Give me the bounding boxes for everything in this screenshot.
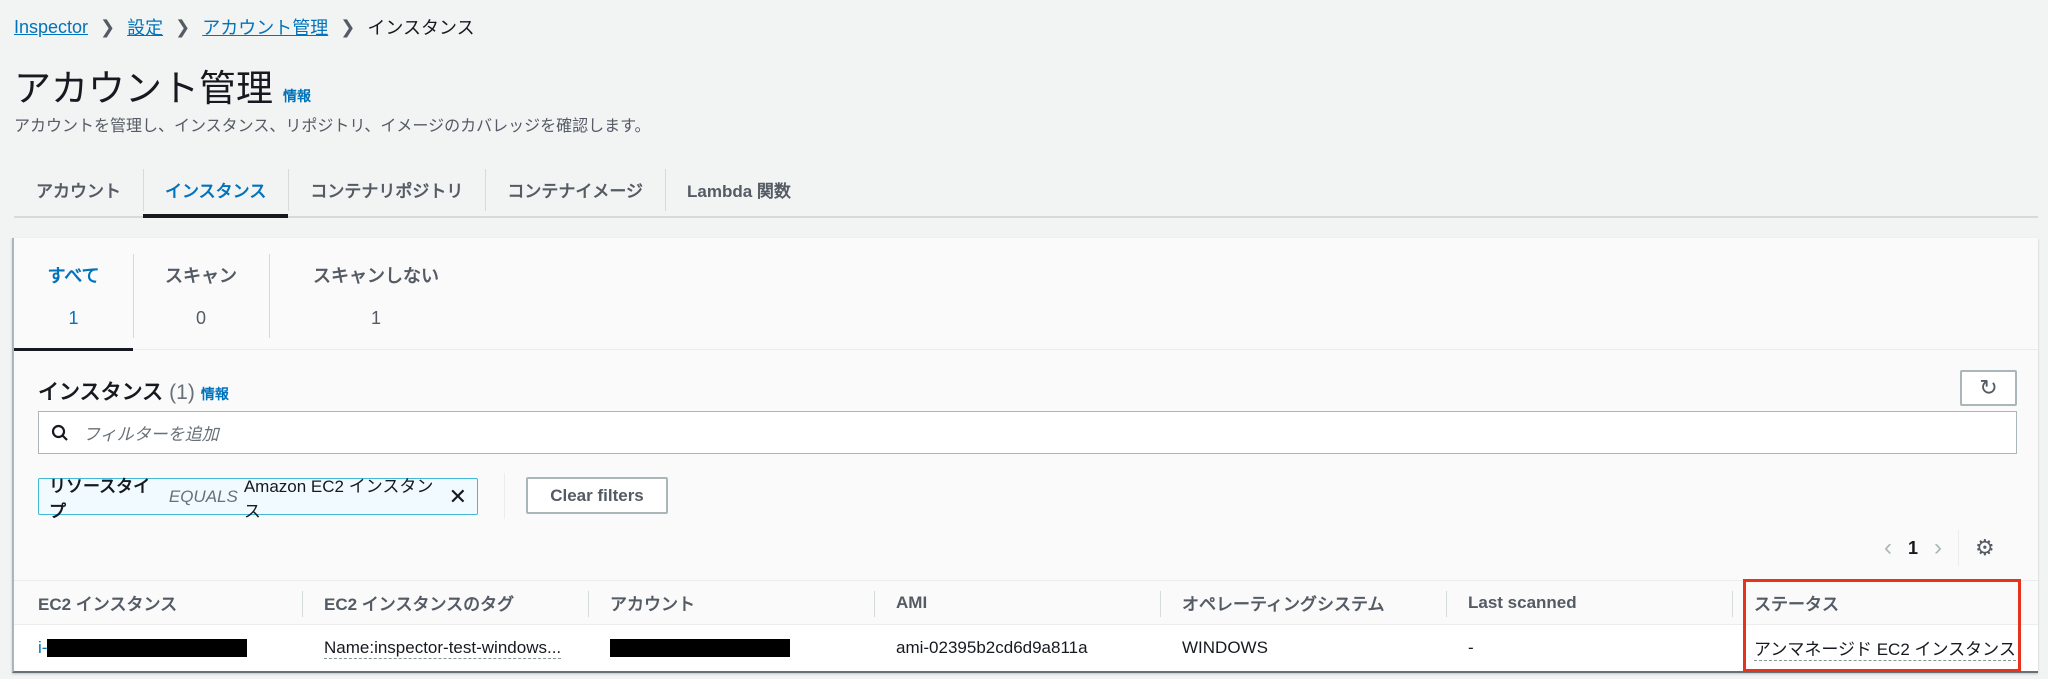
ami-id: ami-02395b2cd6d9a811a	[896, 638, 1088, 657]
info-link[interactable]: 情報	[283, 86, 311, 106]
settings-gear-icon[interactable]: ⚙	[1975, 535, 1995, 561]
breadcrumb-settings[interactable]: 設定	[127, 14, 163, 40]
previous-page-icon[interactable]: ‹	[1884, 534, 1892, 562]
redacted-account-id	[610, 639, 790, 657]
instance-id-link[interactable]: i-	[38, 625, 248, 671]
filter-token: リソースタイプ EQUALS Amazon EC2 インスタンス ✕	[38, 477, 478, 521]
segment-all[interactable]: すべて 1	[14, 238, 133, 351]
section-count: (1)	[169, 381, 195, 404]
tab-instances[interactable]: インスタンス	[143, 163, 289, 218]
segment-scanned[interactable]: スキャン 0	[133, 238, 269, 350]
instances-panel: すべて 1 スキャン 0 スキャンしない 1 インスタンス (1) 情報 ↻ フ…	[12, 238, 2038, 673]
instance-tags: Name:inspector-test-windows...	[324, 625, 562, 671]
breadcrumb-inspector[interactable]: Inspector	[14, 17, 88, 38]
pagination: ‹ 1 › ⚙	[1884, 530, 1995, 566]
segment-count: 1	[370, 308, 381, 328]
page-title: アカウント管理	[14, 68, 273, 109]
page-title-row: アカウント管理 情報	[14, 58, 311, 112]
segment-label: スキャンしない	[313, 266, 439, 286]
column-header-account[interactable]: アカウント	[588, 581, 695, 624]
refresh-button[interactable]: ↻	[1960, 370, 2017, 406]
tab-lambda[interactable]: Lambda 関数	[665, 163, 813, 216]
segment-not-scanned[interactable]: スキャンしない 1	[269, 238, 483, 350]
breadcrumb: Inspector ❯ 設定 ❯ アカウント管理 ❯ インスタンス	[14, 14, 475, 40]
chevron-right-icon: ❯	[100, 16, 116, 37]
divider	[1958, 530, 1960, 566]
tab-container-images[interactable]: コンテナイメージ	[485, 163, 665, 216]
next-page-icon[interactable]: ›	[1934, 534, 1942, 562]
clear-filters-button[interactable]: Clear filters	[526, 477, 668, 514]
breadcrumb-current: インスタンス	[367, 18, 475, 38]
tab-accounts[interactable]: アカウント	[14, 163, 143, 216]
divider	[504, 473, 505, 519]
remove-filter-icon[interactable]: ✕	[449, 484, 467, 510]
page-description: アカウントを管理し、インスタンス、リポジトリ、イメージのカバレッジを確認します。	[14, 118, 651, 135]
info-link[interactable]: 情報	[201, 384, 229, 404]
table-header: EC2 インスタンス EC2 インスタンスのタグ アカウント AMI オペレーテ…	[14, 580, 2038, 625]
page-number[interactable]: 1	[1908, 538, 1918, 559]
column-header-tags[interactable]: EC2 インスタンスのタグ	[301, 581, 514, 624]
column-header-ami[interactable]: AMI	[873, 581, 927, 624]
filter-key: リソースタイプ	[49, 476, 151, 521]
chevron-right-icon: ❯	[175, 16, 191, 37]
filter-search-input[interactable]: フィルターを追加	[38, 411, 2017, 454]
search-placeholder: フィルターを追加	[83, 425, 219, 444]
section-header: インスタンス (1) 情報	[38, 376, 229, 406]
tab-bar: アカウント インスタンス コンテナリポジトリ コンテナイメージ Lambda 関…	[14, 163, 2038, 218]
refresh-icon: ↻	[1979, 375, 1998, 400]
tab-container-repositories[interactable]: コンテナリポジトリ	[288, 163, 485, 216]
redacted-instance-id	[47, 639, 248, 657]
segment-label: すべて	[47, 266, 100, 286]
segment-count: 0	[195, 308, 206, 328]
breadcrumb-account-management[interactable]: アカウント管理	[202, 14, 328, 40]
last-scanned: -	[1468, 638, 1474, 657]
column-header-instance[interactable]: EC2 インスタンス	[38, 581, 177, 624]
highlight-box	[1743, 579, 2021, 672]
chevron-right-icon: ❯	[340, 16, 356, 37]
filter-operator: EQUALS	[168, 486, 238, 506]
tag-value[interactable]: Name:inspector-test-windows...	[324, 638, 562, 659]
filter-value: Amazon EC2 インスタンス	[243, 476, 434, 521]
table-row: i- Name:inspector-test-windows... ami-02…	[14, 625, 2038, 671]
segment-label: スキャン	[165, 266, 237, 286]
section-title: インスタンス	[38, 381, 164, 404]
segment-tabs: すべて 1 スキャン 0 スキャンしない 1	[14, 238, 2038, 351]
column-header-os[interactable]: オペレーティングシステム	[1159, 581, 1384, 624]
instance-id-prefix[interactable]: i-	[38, 638, 47, 658]
search-icon	[51, 424, 68, 441]
segment-count: 1	[68, 308, 79, 328]
column-header-last-scanned[interactable]: Last scanned	[1446, 581, 1577, 624]
operating-system: WINDOWS	[1182, 638, 1268, 657]
account-id	[610, 625, 790, 671]
